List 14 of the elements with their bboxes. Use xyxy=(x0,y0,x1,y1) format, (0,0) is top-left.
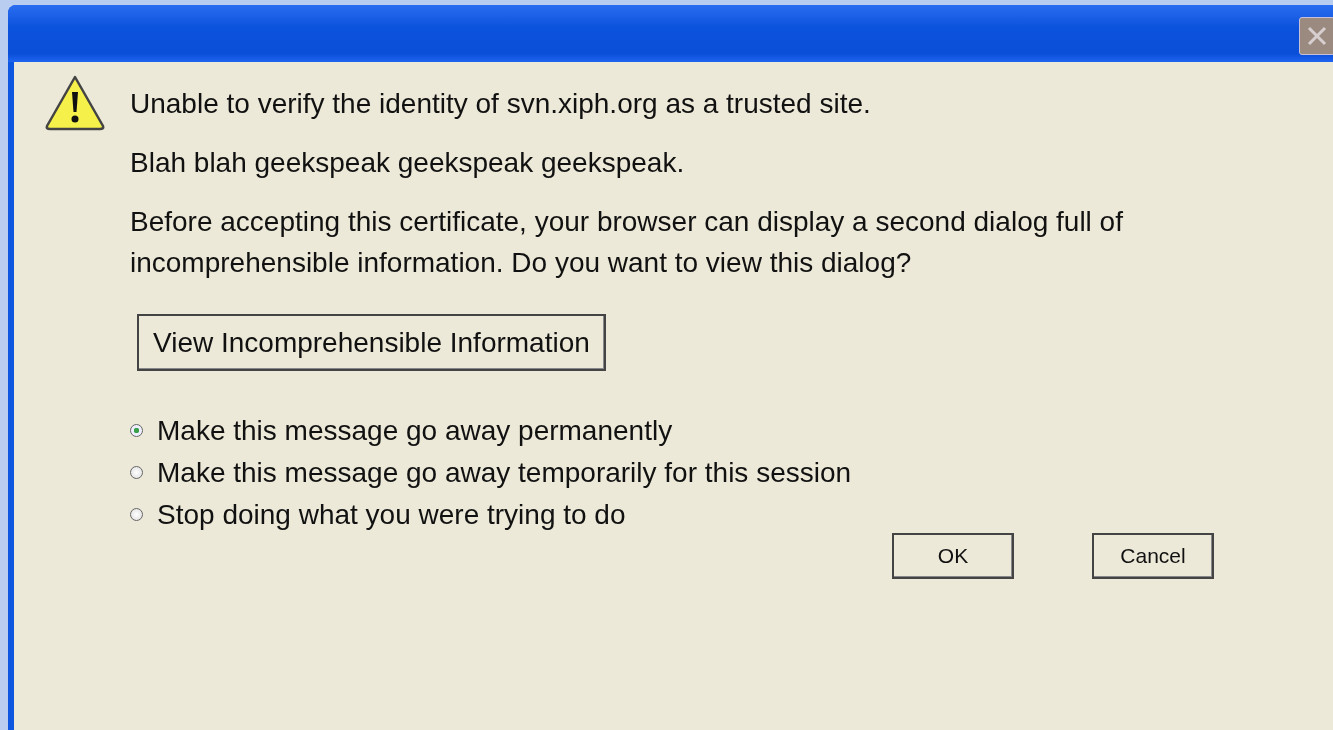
dialog-heading: Unable to verify the identity of svn.xiph.org as a trusted site. xyxy=(130,87,872,121)
option-label[interactable]: Make this message go away temporarily for this session xyxy=(157,451,852,493)
radio-button[interactable] xyxy=(130,423,143,437)
option-label[interactable]: Stop doing what you were trying to do xyxy=(157,493,626,535)
view-information-button[interactable]: View Incomprehensible Information xyxy=(137,314,606,371)
warning-icon xyxy=(44,74,106,132)
dialog-message: Before accepting this certificate, your browser can display a second dialog full of incomprehensible information. Do you want to view this dialog? xyxy=(130,205,1124,280)
ok-button[interactable]: OK xyxy=(892,533,1014,579)
dialog-message: Blah blah geekspeak geekspeak geekspeak. xyxy=(130,146,686,180)
option-label[interactable]: Make this message go away permanently xyxy=(157,409,673,451)
radio-button[interactable] xyxy=(130,465,143,479)
close-icon xyxy=(1306,25,1328,47)
radio-button[interactable] xyxy=(130,507,143,521)
cancel-button[interactable]: Cancel xyxy=(1092,533,1214,579)
